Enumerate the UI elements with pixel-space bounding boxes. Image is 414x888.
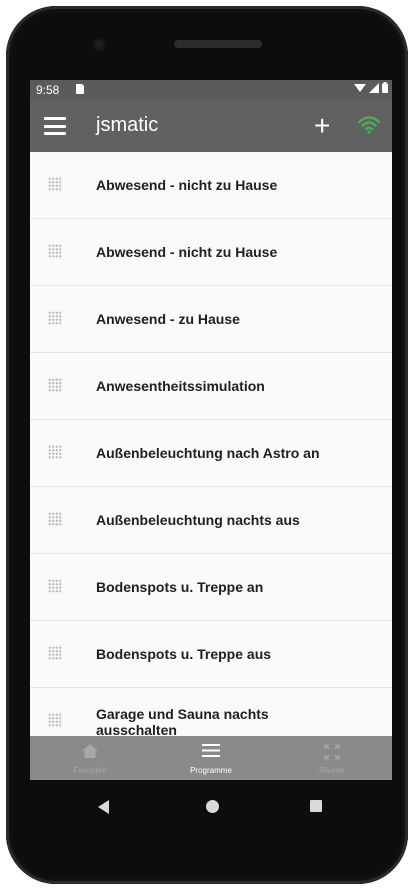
program-label: Bodenspots u. Treppe aus: [96, 646, 272, 662]
drag-handle-icon[interactable]: [48, 713, 62, 727]
expand-icon: [324, 744, 340, 760]
back-icon[interactable]: [98, 800, 109, 814]
program-label: Außenbeleuchtung nach Astro an: [96, 445, 320, 461]
recent-apps-icon[interactable]: [310, 800, 322, 812]
cell-signal-icon: [369, 82, 379, 93]
list-item[interactable]: Bodenspots u. Treppe aus: [30, 621, 392, 688]
app-bar: jsmatic +: [30, 100, 392, 152]
list-item[interactable]: Bodenspots u. Treppe an: [30, 554, 392, 621]
program-label: Garage und Sauna nachts ausschalten: [96, 706, 269, 736]
system-navigation-bar: [30, 790, 392, 830]
sd-card-icon: [76, 84, 84, 94]
bottom-navigation: Favoriten Programme Räume: [30, 736, 392, 780]
tab-programs[interactable]: Programme: [151, 736, 271, 780]
program-label: Bodenspots u. Treppe an: [96, 579, 264, 595]
plus-icon[interactable]: +: [314, 112, 330, 140]
drag-handle-icon[interactable]: [48, 579, 62, 593]
wifi-status-icon: [354, 83, 366, 92]
app-screen: 9:58 jsmatic + Abwesend - nicht zu Hause…: [30, 80, 392, 780]
list-item[interactable]: Garage und Sauna nachts ausschalten: [30, 688, 392, 736]
program-list: Abwesend - nicht zu Hause Abwesend - nic…: [30, 152, 392, 736]
front-camera: [95, 40, 104, 49]
list-icon: [202, 744, 220, 757]
drag-handle-icon[interactable]: [48, 512, 62, 526]
hamburger-menu-icon[interactable]: [44, 117, 66, 135]
program-label: Abwesend - nicht zu Hause: [96, 244, 278, 260]
list-item[interactable]: Abwesend - nicht zu Hause: [30, 152, 392, 219]
program-label: Abwesend - nicht zu Hause: [96, 177, 278, 193]
program-label: Außenbeleuchtung nachts aus: [96, 512, 300, 528]
home-button-icon[interactable]: [206, 800, 219, 813]
tab-favorites[interactable]: Favoriten: [30, 736, 150, 780]
status-bar: 9:58: [30, 80, 392, 100]
tab-rooms-label: Räume: [319, 766, 345, 775]
list-item[interactable]: Außenbeleuchtung nach Astro an: [30, 420, 392, 487]
tab-programs-label: Programme: [190, 766, 232, 775]
list-item[interactable]: Anwesentheitssimulation: [30, 353, 392, 420]
drag-handle-icon[interactable]: [48, 244, 62, 258]
list-item[interactable]: Außenbeleuchtung nachts aus: [30, 487, 392, 554]
drag-handle-icon[interactable]: [48, 378, 62, 392]
drag-handle-icon[interactable]: [48, 445, 62, 459]
drag-handle-icon[interactable]: [48, 646, 62, 660]
list-item[interactable]: Abwesend - nicht zu Hause: [30, 219, 392, 286]
home-icon: [82, 744, 98, 758]
list-item[interactable]: Anwesend - zu Hause: [30, 286, 392, 353]
tab-favorites-label: Favoriten: [73, 766, 107, 775]
wifi-icon[interactable]: [358, 116, 380, 134]
program-label: Anwesend - zu Hause: [96, 311, 240, 327]
tab-rooms[interactable]: Räume: [272, 736, 392, 780]
status-time: 9:58: [36, 83, 60, 97]
earpiece-speaker: [174, 40, 262, 48]
app-title: jsmatic: [96, 114, 159, 136]
drag-handle-icon[interactable]: [48, 311, 62, 325]
status-icons: [354, 82, 388, 93]
program-label: Anwesentheitssimulation: [96, 378, 265, 394]
battery-icon: [382, 82, 388, 93]
drag-handle-icon[interactable]: [48, 177, 62, 191]
